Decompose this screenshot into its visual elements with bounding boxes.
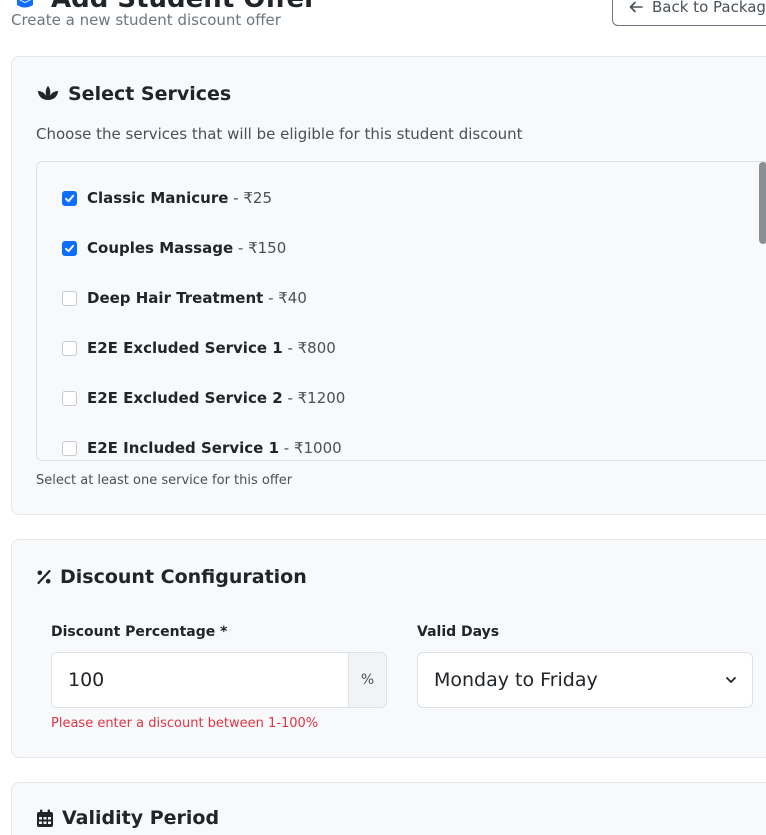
service-item-couples-massage[interactable]: Couples Massage - ₹150 (62, 239, 286, 257)
service-checkbox[interactable] (62, 240, 77, 256)
service-item-e2e-included-1[interactable]: E2E Included Service 1 - ₹1000 (62, 439, 342, 457)
graduation-cap-icon (17, 0, 33, 8)
check-icon (65, 194, 75, 202)
service-price: - ₹40 (263, 289, 307, 307)
back-button-label: Back to Packages (652, 0, 766, 16)
service-checkbox[interactable] (62, 290, 77, 306)
service-checkbox[interactable] (62, 440, 77, 456)
lotus-icon (38, 86, 58, 100)
page-subtitle: Create a new student discount offer (11, 11, 281, 29)
service-item-deep-hair-treatment[interactable]: Deep Hair Treatment - ₹40 (62, 289, 307, 307)
service-name: E2E Excluded Service 2 (87, 389, 283, 407)
service-price: - ₹1000 (279, 439, 342, 457)
valid-days-label: Valid Days (417, 624, 500, 640)
service-item-classic-manicure[interactable]: Classic Manicure - ₹25 (62, 189, 272, 207)
discount-percentage-input[interactable] (52, 653, 348, 707)
service-price: - ₹150 (233, 239, 287, 257)
service-list[interactable]: Classic Manicure - ₹25 Couples Massage -… (36, 161, 766, 461)
arrow-left-icon (629, 1, 643, 13)
service-checkbox[interactable] (62, 190, 77, 206)
service-name: Couples Massage (87, 239, 234, 257)
service-checkbox[interactable] (62, 390, 77, 406)
check-icon (65, 244, 75, 252)
service-name: E2E Excluded Service 1 (87, 339, 283, 357)
service-price: - ₹1200 (282, 389, 346, 407)
service-item-e2e-excluded-1[interactable]: E2E Excluded Service 1 - ₹800 (62, 339, 336, 357)
service-checkbox[interactable] (62, 340, 77, 356)
validity-title: Validity Period (62, 807, 220, 829)
discount-percentage-label: Discount Percentage * (51, 624, 228, 640)
valid-days-select[interactable]: Monday to Friday (417, 652, 753, 708)
discount-card-header: Discount Configuration (36, 566, 307, 588)
services-card: Select Services Choose the services that… (11, 56, 766, 515)
percent-icon (37, 569, 51, 585)
discount-error-text: Please enter a discount between 1-100% (51, 716, 319, 731)
service-list-scrollbar[interactable] (759, 162, 766, 244)
validity-card-header: Validity Period (36, 807, 219, 829)
services-footer-note: Select at least one service for this off… (36, 473, 293, 488)
service-price: - ₹25 (228, 189, 272, 207)
calendar-icon (37, 809, 53, 827)
services-title: Select Services (68, 83, 232, 105)
services-card-header: Select Services (36, 83, 231, 105)
discount-title: Discount Configuration (60, 566, 307, 588)
validity-card: Validity Period (11, 782, 766, 835)
chevron-down-icon (726, 677, 736, 683)
back-to-packages-button[interactable]: Back to Packages (612, 0, 766, 26)
service-item-e2e-excluded-2[interactable]: E2E Excluded Service 2 - ₹1200 (62, 389, 345, 407)
percent-addon: % (348, 653, 386, 707)
service-name: Classic Manicure (87, 189, 229, 207)
service-name: E2E Included Service 1 (87, 439, 280, 457)
services-help-text: Choose the services that will be eligibl… (36, 125, 523, 143)
discount-card: Discount Configuration Discount Percenta… (11, 539, 766, 758)
service-name: Deep Hair Treatment (87, 289, 264, 307)
valid-days-value: Monday to Friday (434, 669, 598, 691)
service-price: - ₹800 (282, 339, 336, 357)
discount-percentage-group: % (51, 652, 387, 708)
